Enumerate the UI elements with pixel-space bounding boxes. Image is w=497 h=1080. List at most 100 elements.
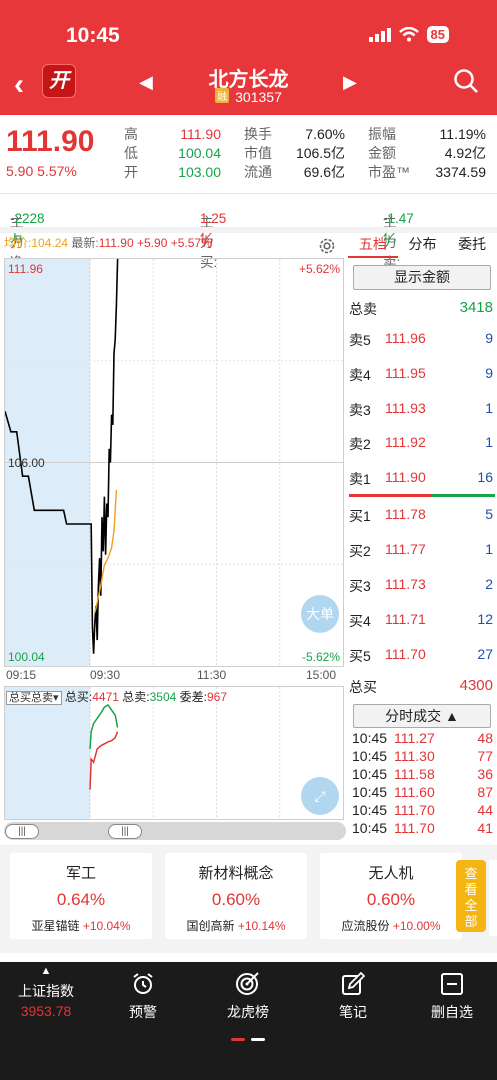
nav-dragon-tiger[interactable]: 龙虎榜 <box>218 962 278 1026</box>
nav-notes[interactable]: 笔记 <box>323 962 383 1026</box>
ask-price: 111.93 <box>385 400 426 416</box>
nav-remove-watchlist[interactable]: 删自选 <box>422 962 482 1026</box>
current-price: 111.90 <box>6 125 95 158</box>
ask-price: 111.95 <box>385 365 426 381</box>
order-series-line <box>89 704 119 749</box>
capital-flow-bar[interactable]: 主力净:-2228万 主力买:1.25亿 主力卖:-1.47亿 <box>0 195 497 270</box>
see-all-button[interactable]: 查 看 全 部 <box>456 860 486 932</box>
scroll-handle-left[interactable]: ||| <box>5 824 39 839</box>
target-icon <box>236 972 259 995</box>
bid-row[interactable]: 买5 111.70 27 <box>349 646 495 666</box>
chart-scrollbar[interactable] <box>4 822 346 840</box>
ask-row[interactable]: 卖3 111.93 1 <box>349 400 495 420</box>
tab-five-level[interactable]: 五档 <box>348 234 398 258</box>
nav-label: 龙虎榜 <box>227 1004 269 1020</box>
page-dot-active <box>231 1038 245 1041</box>
stock-code: 301357 <box>235 89 282 105</box>
x-tick: 09:15 <box>6 668 37 682</box>
time-sales-button[interactable]: 分时成交 ▲ <box>353 704 491 728</box>
intraday-svg <box>5 259 343 666</box>
bid-row[interactable]: 买2 111.77 1 <box>349 541 495 561</box>
high-label: 高 <box>124 126 138 142</box>
nav-label: 预警 <box>129 1004 157 1020</box>
nav-label: 笔记 <box>339 1004 367 1020</box>
total-sell-label: 总卖 <box>349 301 377 317</box>
pct-bottom-label: -5.62% <box>301 650 340 664</box>
bid-volume: 12 <box>477 611 493 627</box>
tick-volume: 48 <box>477 730 493 746</box>
divider <box>0 193 497 194</box>
tick-price: 111.70 <box>394 802 435 818</box>
intraday-chart[interactable]: 111.96 106.00 100.04 +5.62% -5.62% <box>4 258 344 667</box>
market-cap-label: 市值 <box>244 145 272 161</box>
y-mid-label: 106.00 <box>8 456 45 470</box>
minus-box-icon <box>441 973 463 995</box>
avg-price-label: 均价: <box>4 236 32 250</box>
scroll-handle-right[interactable]: ||| <box>108 824 142 839</box>
latest-pct: +5.57% <box>170 236 212 250</box>
y-bottom-label: 100.04 <box>8 650 45 664</box>
tick-price: 111.27 <box>394 730 435 746</box>
search-icon[interactable] <box>453 68 479 94</box>
gear-icon[interactable] <box>317 236 337 256</box>
ask-volume: 1 <box>485 434 493 450</box>
wifi-icon <box>398 27 419 42</box>
turnover-label: 换手 <box>244 126 272 142</box>
ask-row[interactable]: 卖2 111.92 1 <box>349 434 495 454</box>
sector-card[interactable]: 无人机 0.60% 应流股份 +10.00% <box>320 853 462 939</box>
tab-distribution[interactable]: 分布 <box>398 234 448 258</box>
caret-up-icon: ▲ <box>445 708 459 724</box>
ask-row[interactable]: 卖1 111.90 16 <box>349 469 495 489</box>
pe-label: 市盈™ <box>368 164 410 180</box>
big-order-button[interactable]: 大单 <box>301 595 339 633</box>
status-time: 10:45 <box>66 24 120 47</box>
bid-level: 买1 <box>349 508 371 524</box>
bid-row[interactable]: 买3 111.73 2 <box>349 576 495 596</box>
indicator-select[interactable]: 总买总卖▾ <box>6 691 62 705</box>
float-cap-value: 69.6亿 <box>303 164 345 180</box>
show-amount-button[interactable]: 显示金额 <box>353 265 491 290</box>
sector-leader-pct: +10.14% <box>237 919 286 933</box>
price-change: 5.90 5.57% <box>6 163 77 179</box>
next-card-peek <box>489 860 497 936</box>
tick-time: 10:45 <box>352 766 388 782</box>
tick-volume: 77 <box>477 748 493 764</box>
total-sell-label: 总卖: <box>122 690 150 704</box>
tab-orders[interactable]: 委托 <box>447 234 497 258</box>
nav-alert[interactable]: 预警 <box>113 962 173 1026</box>
sector-leader-pct: +10.04% <box>82 919 131 933</box>
ask-row[interactable]: 卖5 111.96 9 <box>349 330 495 350</box>
order-volume-chart[interactable] <box>4 686 344 820</box>
expand-icon[interactable]: ⤢ <box>301 777 339 815</box>
bid-row[interactable]: 买1 111.78 5 <box>349 506 495 526</box>
bid-volume: 5 <box>485 506 493 522</box>
index-name: 上证指数 <box>18 983 74 999</box>
bid-row[interactable]: 买4 111.71 12 <box>349 611 495 631</box>
bid-volume: 27 <box>477 646 493 662</box>
tick-time: 10:45 <box>352 802 388 818</box>
tick-time: 10:45 <box>352 748 388 764</box>
tick-time: 10:45 <box>352 784 388 800</box>
index-ticker[interactable]: ▲ 上证指数 3953.78 <box>6 962 86 1026</box>
section-gap <box>0 227 497 233</box>
bottom-nav: ▲ 上证指数 3953.78 预警 龙虎榜 笔记 删自选 <box>0 962 497 1080</box>
pct-top-label: +5.62% <box>298 262 340 276</box>
tick-volume: 36 <box>477 766 493 782</box>
sector-name: 新材料概念 <box>198 865 274 882</box>
stock-code-line: 融 301357 <box>0 88 497 105</box>
bid-price: 111.73 <box>385 576 426 592</box>
edit-note-icon <box>342 972 365 995</box>
sector-card[interactable]: 新材料概念 0.60% 国创高新 +10.14% <box>165 853 307 939</box>
low-label: 低 <box>124 145 138 161</box>
tick-row: 10:45 111.27 48 <box>352 730 495 748</box>
page-indicator <box>231 1038 265 1041</box>
sector-leader-pct: +10.00% <box>392 919 441 933</box>
total-buy-value: 4300 <box>459 677 493 694</box>
chart-header: 均价:104.24 最新:111.90 +5.90 +5.57% <box>4 234 212 251</box>
ask-row[interactable]: 卖4 111.95 9 <box>349 365 495 385</box>
open-label: 开 <box>124 164 138 180</box>
sector-card[interactable]: 军工 0.64% 亚星锚链 +10.04% <box>10 853 152 939</box>
pe-value: 3374.59 <box>435 164 486 180</box>
indicator-name: 总买总卖 <box>9 692 53 704</box>
ask-volume: 16 <box>477 469 493 485</box>
